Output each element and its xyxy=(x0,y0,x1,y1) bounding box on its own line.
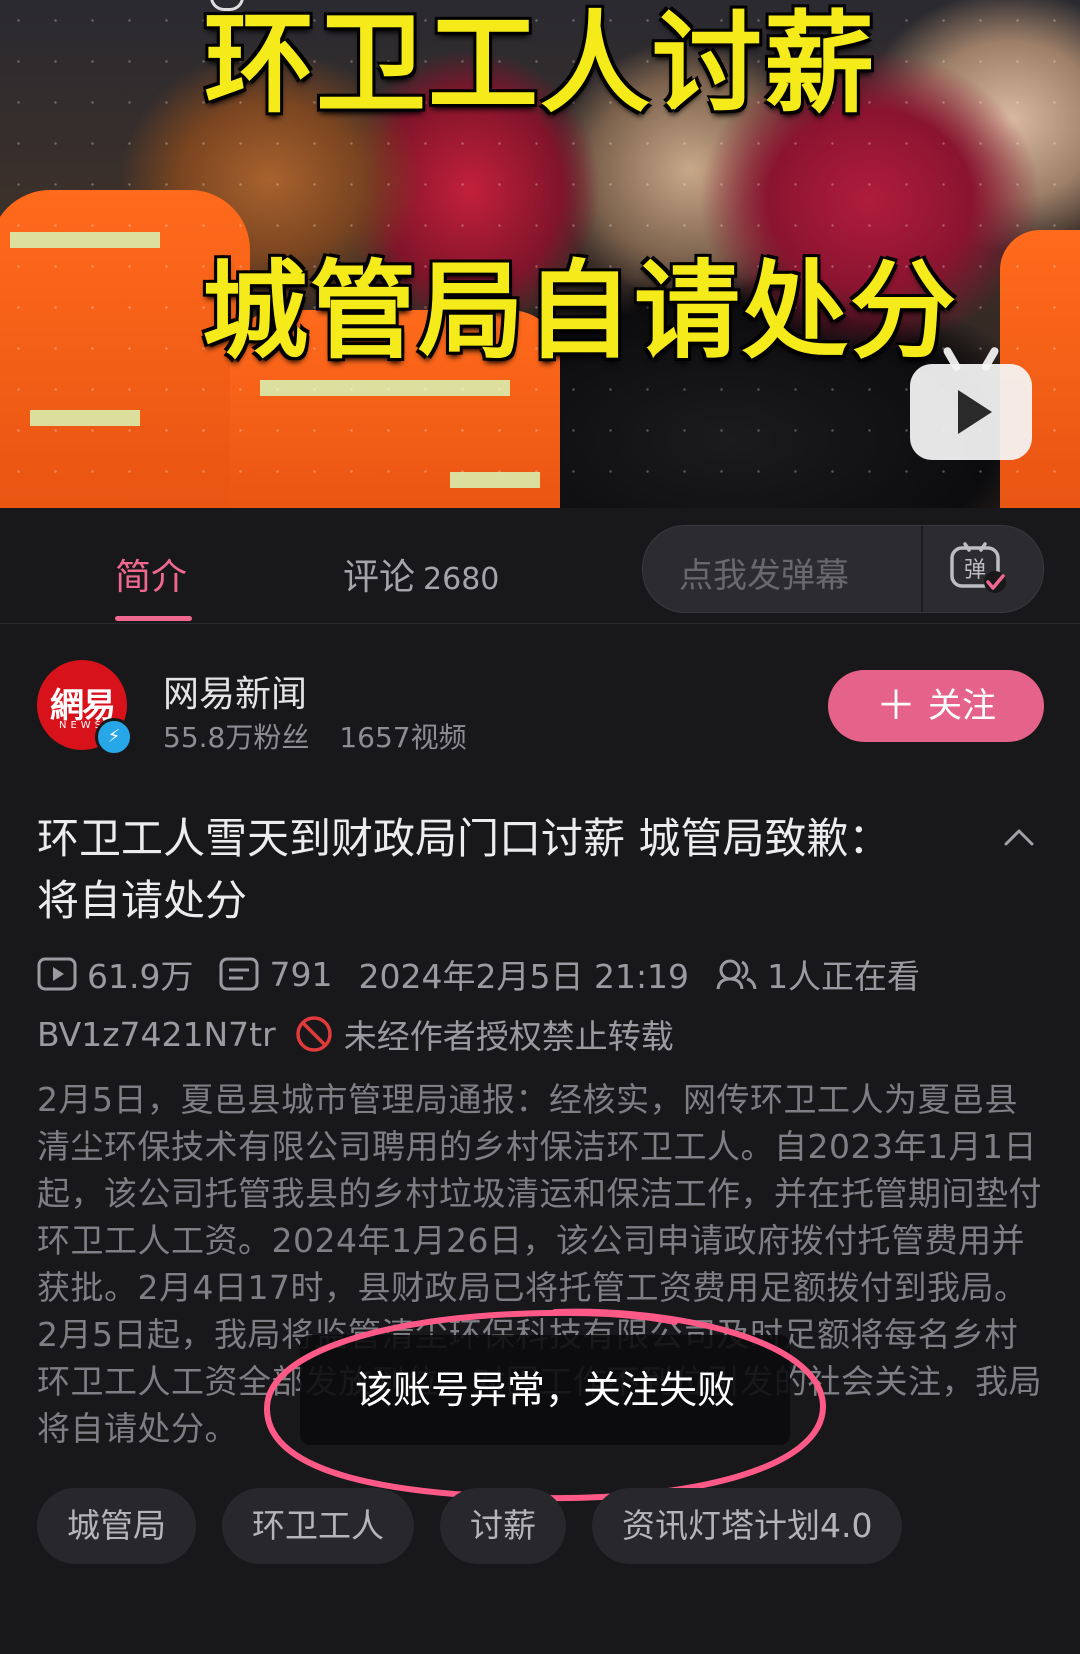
follower-count: 55.8万粉丝 xyxy=(163,721,310,754)
tag-chip[interactable]: 环卫工人 xyxy=(222,1488,414,1564)
forbidden-icon xyxy=(295,1016,332,1052)
uploader-stats: 55.8万粉丝 1657视频 xyxy=(163,716,467,756)
danmu-input[interactable]: 点我发弹幕 xyxy=(679,548,849,597)
comment-count: 2680 xyxy=(423,562,500,597)
view-count: 61.9万 xyxy=(87,957,194,996)
follow-button[interactable]: ＋ 关注 xyxy=(828,670,1044,742)
watching-users-icon xyxy=(716,959,757,990)
svg-text:弹: 弹 xyxy=(964,558,986,583)
danmu-toggle-icon[interactable]: 弹 xyxy=(949,542,1009,596)
video-meta-row-2: BV1z7421N7tr 未经作者授权禁止转载 xyxy=(37,1010,674,1058)
tag-chip[interactable]: 城管局 xyxy=(37,1488,196,1564)
tab-comments-label: 评论 xyxy=(343,557,416,598)
tag-chip[interactable]: 讨薪 xyxy=(440,1488,566,1564)
bvid[interactable]: BV1z7421N7tr xyxy=(37,1015,276,1054)
no-repost-text: 未经作者授权禁止转载 xyxy=(343,1017,674,1056)
danmu-divider xyxy=(921,526,923,612)
video-meta-row: 61.9万 791 2024年2月5日 21:19 1人正在看 xyxy=(37,950,920,998)
video-player[interactable]: 环卫工人讨薪 城管局自请处分 xyxy=(0,0,1080,508)
tag-chip[interactable]: 资讯灯塔计划4.0 xyxy=(592,1488,903,1564)
play-count-icon xyxy=(37,957,77,991)
tab-intro[interactable]: 简介 xyxy=(115,548,187,600)
uploader-name[interactable]: 网易新闻 xyxy=(163,665,307,717)
danmaku-count: 791 xyxy=(269,954,333,994)
chevron-up-icon[interactable] xyxy=(1004,822,1034,852)
tab-intro-label: 简介 xyxy=(115,557,188,598)
tab-bar: 简介 评论 2680 点我发弹幕 弹 xyxy=(0,508,1080,624)
watching-now: 1人正在看 xyxy=(767,957,921,996)
tab-comments[interactable]: 评论 2680 xyxy=(343,548,499,600)
video-title: 环卫工人雪天到财政局门口讨薪 城管局致歉：将自请处分 xyxy=(37,814,891,925)
video-headline-line1: 环卫工人讨薪 xyxy=(204,0,876,128)
active-tab-indicator xyxy=(115,616,192,621)
publish-datetime: 2024年2月5日 21:19 xyxy=(358,957,690,996)
no-repost-notice: 未经作者授权禁止转载 xyxy=(294,1010,674,1058)
danmu-bar: 点我发弹幕 弹 xyxy=(642,525,1044,613)
toast-message: 该账号异常，关注失败 xyxy=(300,1335,790,1445)
video-count: 1657视频 xyxy=(339,721,467,754)
verified-lightning-icon: ⚡ xyxy=(95,718,133,756)
bilibili-tv-play-icon[interactable] xyxy=(910,345,1032,460)
follow-label: 关注 xyxy=(928,686,996,726)
plus-icon: ＋ xyxy=(876,683,916,729)
video-headline-line2: 城管局自请处分 xyxy=(202,250,958,373)
danmaku-count-icon xyxy=(219,957,259,991)
tag-list: 城管局 环卫工人 讨薪 资讯灯塔计划4.0 xyxy=(37,1488,903,1564)
